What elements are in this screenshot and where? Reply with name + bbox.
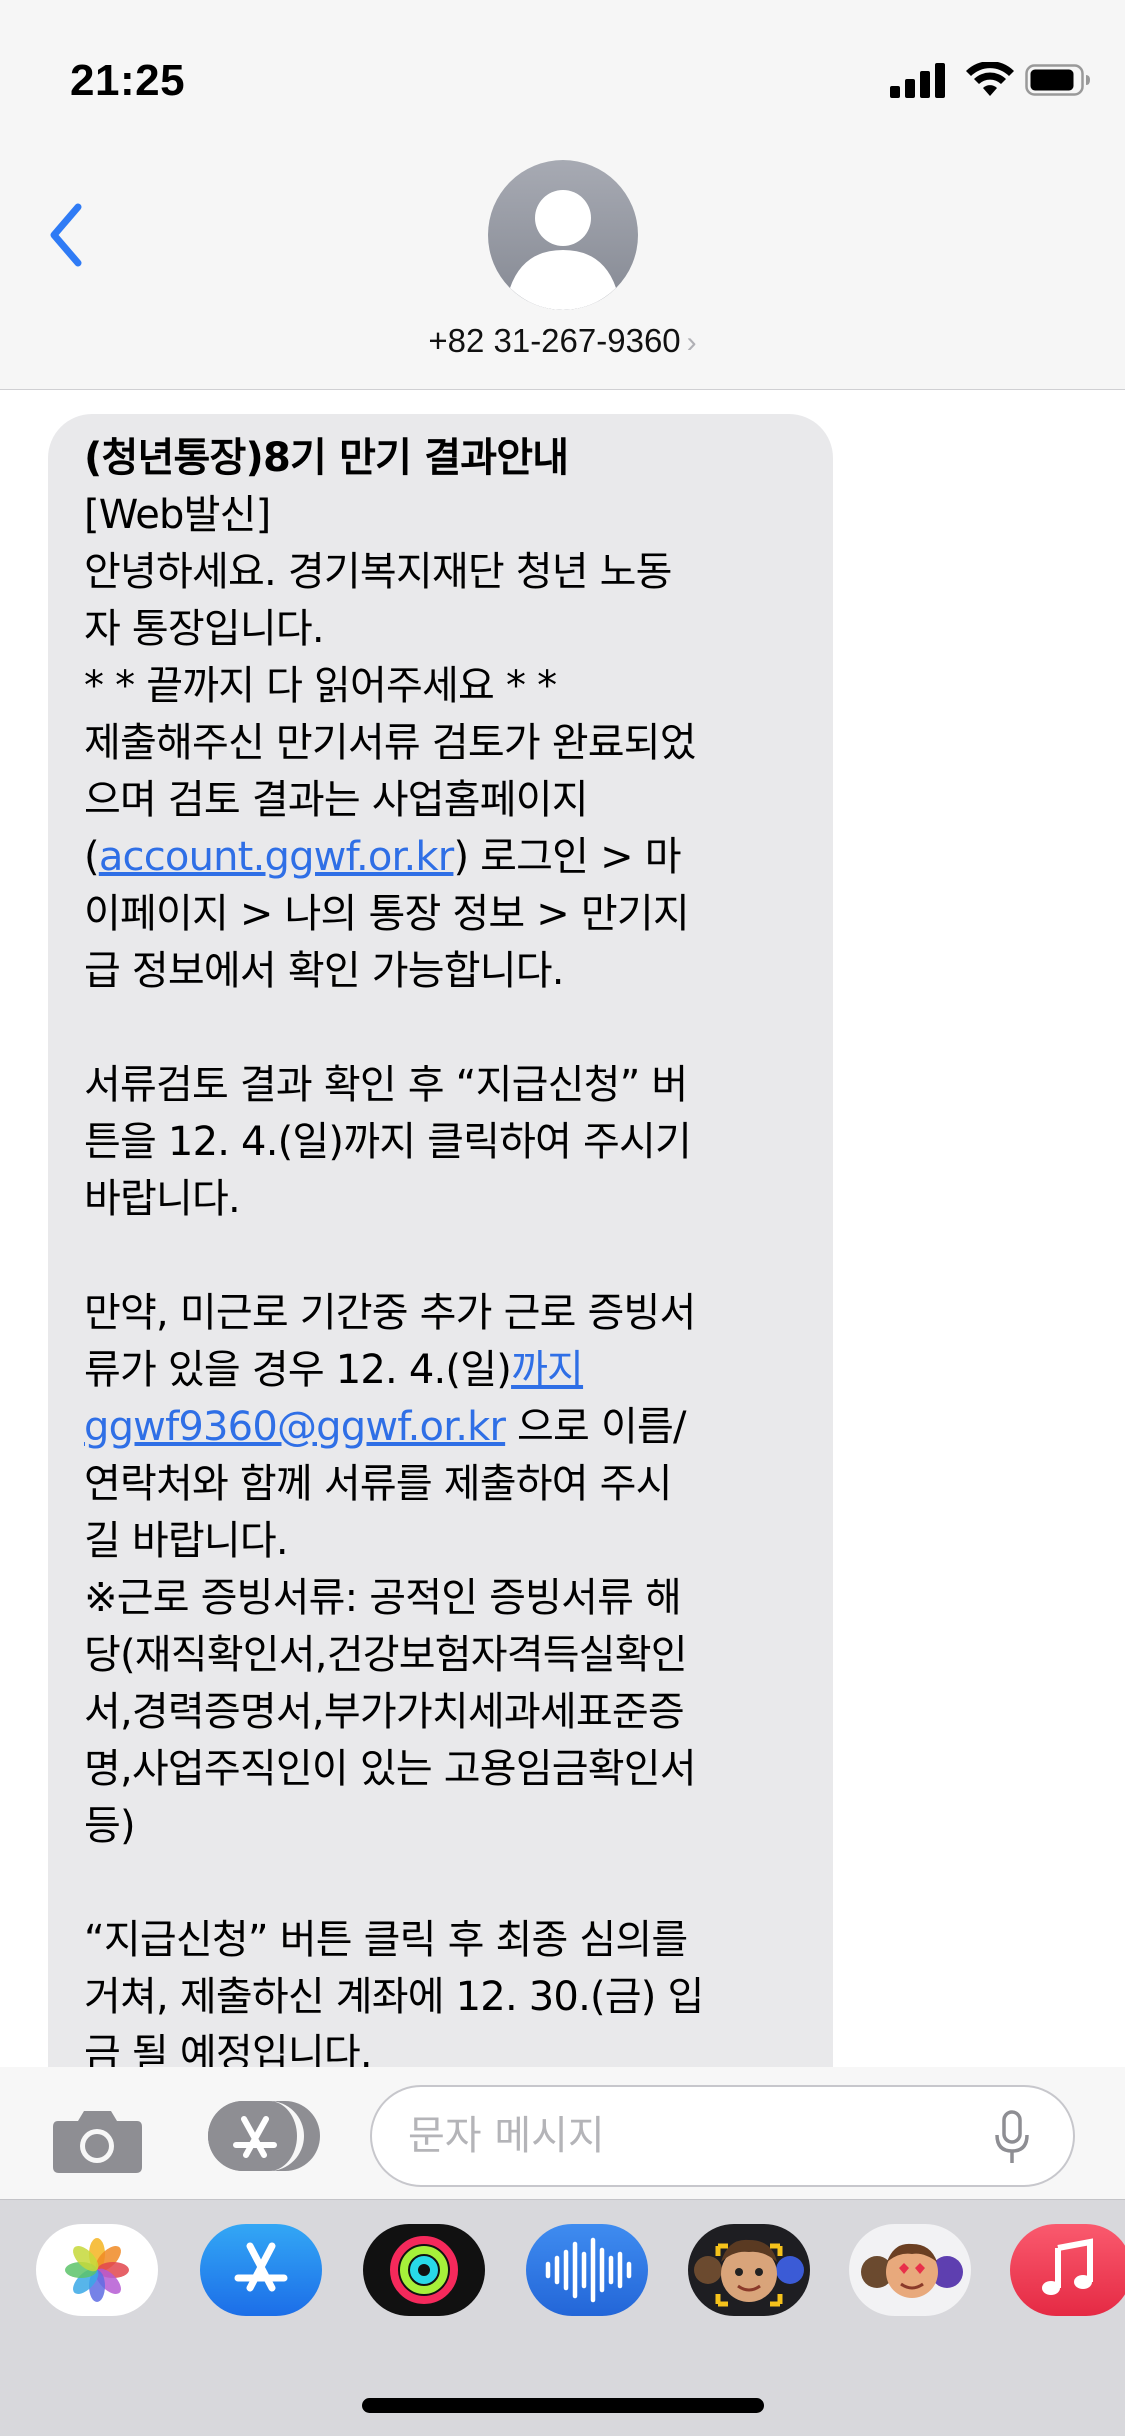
message-line: 이페이지 > 나의 통장 정보 > 만기지 bbox=[84, 891, 690, 937]
message-line: 거쳐, 제출하신 계좌에 12. 30.(금) 입 bbox=[84, 1974, 704, 2020]
message-line: [Web발신] bbox=[84, 492, 271, 538]
person-silhouette-icon bbox=[510, 190, 616, 310]
message-line: 서,경력증명서,부가가치세과세표준증 bbox=[84, 1689, 685, 1735]
message-line: 금 될 예정입니다. bbox=[84, 2031, 373, 2067]
message-line: 연락처와 함께 서류를 제출하여 주시 bbox=[84, 1461, 672, 1507]
message-line: (account.ggwf.or.kr) 로그인 > 마 bbox=[84, 829, 797, 886]
message-title: (청년통장)8기 만기 결과안내 bbox=[84, 435, 569, 481]
memoji-stickers-icon bbox=[861, 2243, 963, 2298]
message-line: 서류검토 결과 확인 후 “지급신청” 버 bbox=[84, 1062, 688, 1108]
message-line: 등) bbox=[84, 1803, 136, 1849]
message-line: 자 통장입니다. bbox=[84, 606, 325, 652]
chevron-right-icon: › bbox=[686, 326, 697, 359]
message-input[interactable] bbox=[408, 2105, 968, 2167]
app-store-button[interactable] bbox=[208, 2101, 320, 2171]
message-link[interactable]: 까지 bbox=[511, 1347, 584, 1393]
message-line bbox=[84, 1000, 797, 1057]
message-link[interactable]: ggwf9360@ggwf.or.kr bbox=[84, 1404, 506, 1450]
message-line: 튼을 12. 4.(일)까지 클릭하여 주시기 bbox=[84, 1119, 692, 1165]
memoji-stickers-app[interactable] bbox=[849, 2224, 971, 2316]
message-line bbox=[84, 1855, 797, 1912]
compose-bar bbox=[0, 2067, 1125, 2199]
microphone-icon[interactable] bbox=[992, 2109, 1032, 2167]
message-line: 제출해주신 만기서류 검토가 완료되었 bbox=[84, 720, 697, 766]
message-text: ) 로그인 > 마 bbox=[453, 834, 681, 880]
message-line: ggwf9360@ggwf.or.kr 으로 이름/ bbox=[84, 1399, 797, 1456]
message-text: ( bbox=[84, 834, 100, 880]
camera-icon[interactable] bbox=[50, 2105, 145, 2175]
photos-icon bbox=[65, 2238, 129, 2302]
memoji-icon bbox=[694, 2239, 804, 2307]
audio-message-app[interactable] bbox=[526, 2224, 648, 2316]
status-time: 21:25 bbox=[70, 56, 186, 105]
message-line: 급 정보에서 확인 가능합니다. bbox=[84, 948, 564, 994]
message-line: 안녕하세요. 경기복지재단 청년 노동 bbox=[84, 549, 672, 595]
photos-app[interactable] bbox=[36, 2224, 158, 2316]
signal-icon bbox=[890, 62, 950, 98]
message-line: 바랍니다. bbox=[84, 1176, 241, 1222]
activity-app[interactable] bbox=[363, 2224, 485, 2316]
message-text: 류가 있을 경우 12. 4.(일) bbox=[84, 1347, 512, 1393]
message-line bbox=[84, 1228, 797, 1285]
conversation-header: 21:25 +82 31-267-9360 › bbox=[0, 0, 1125, 390]
message-line: 류가 있을 경우 12. 4.(일)까지 bbox=[84, 1342, 797, 1399]
home-indicator[interactable] bbox=[362, 2398, 764, 2413]
memoji-app[interactable] bbox=[688, 2224, 810, 2316]
message-bubble[interactable]: (청년통장)8기 만기 결과안내 [Web발신] 안녕하세요. 경기복지재단 청년 … bbox=[48, 414, 833, 2067]
app-store-app[interactable] bbox=[200, 2224, 322, 2316]
contact-number-text: +82 31-267-9360 bbox=[428, 322, 681, 359]
battery-icon bbox=[1025, 64, 1090, 96]
wifi-icon bbox=[966, 62, 1014, 96]
audio-message-icon bbox=[545, 2237, 632, 2303]
message-input-field[interactable] bbox=[370, 2085, 1075, 2187]
message-line: ※근로 증빙서류: 공적인 증빙서류 해 bbox=[84, 1575, 682, 1621]
music-app[interactable] bbox=[1010, 2224, 1125, 2316]
message-text: 으로 이름/ bbox=[505, 1404, 686, 1450]
activity-icon bbox=[390, 2236, 458, 2304]
message-line: 명,사업주직인이 있는 고용임금확인서 bbox=[84, 1746, 697, 1792]
message-line: * * 끝까지 다 읽어주세요 * * bbox=[84, 663, 557, 709]
contact-name[interactable]: +82 31-267-9360 › bbox=[0, 322, 1125, 360]
message-thread[interactable]: (청년통장)8기 만기 결과안내 [Web발신] 안녕하세요. 경기복지재단 청년 … bbox=[0, 392, 1125, 2067]
message-link[interactable]: account.ggwf.or.kr bbox=[99, 834, 454, 880]
message-line: 당(재직확인서,건강보험자격득실확인 bbox=[84, 1632, 688, 1678]
app-store-icon bbox=[208, 2101, 304, 2171]
message-line: 으며 검토 결과는 사업홈페이지 bbox=[84, 777, 589, 823]
message-line: 길 바랍니다. bbox=[84, 1518, 289, 1564]
contact-avatar[interactable] bbox=[488, 160, 638, 310]
music-icon bbox=[1042, 2238, 1093, 2295]
message-line: 만약, 미근로 기간중 추가 근로 증빙서 bbox=[84, 1290, 696, 1336]
message-line: “지급신청” 버튼 클릭 후 최종 심의를 bbox=[84, 1917, 688, 1963]
back-button[interactable] bbox=[40, 195, 100, 275]
app-store-icon bbox=[234, 2242, 288, 2292]
